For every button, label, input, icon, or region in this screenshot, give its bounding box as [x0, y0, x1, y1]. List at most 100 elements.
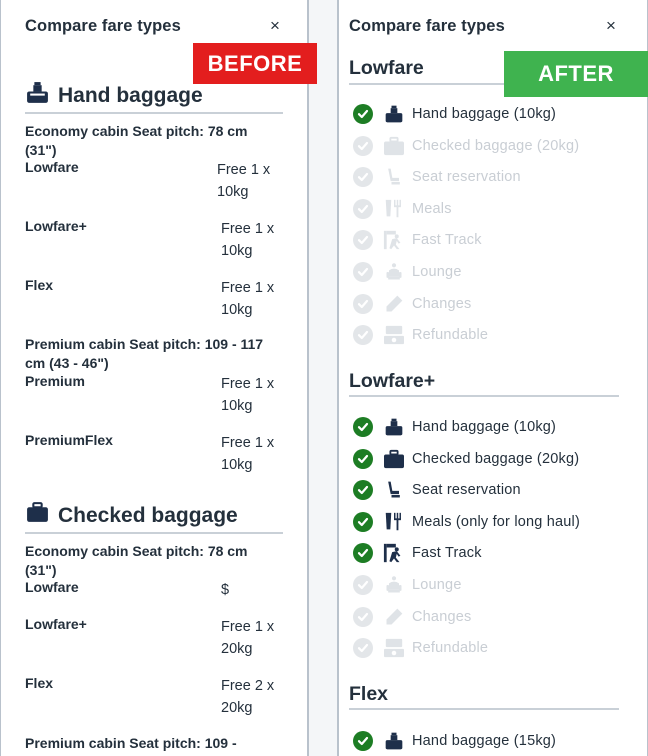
fare-name: Flex — [25, 675, 54, 691]
unavailable-check-icon — [353, 638, 373, 659]
check-icon — [353, 417, 373, 437]
suitcase-icon — [25, 500, 50, 531]
fare-value: $ — [221, 582, 230, 598]
feature-label: Hand baggage (15kg) — [412, 733, 557, 749]
panel-title: Compare fare types — [349, 17, 505, 35]
fare-row: PremiumFlex Free 1 x 10kg — [25, 432, 295, 476]
fare-name: Lowfare — [25, 579, 79, 595]
feature-label: Meals (only for long haul) — [412, 513, 580, 530]
cabin-label: Economy cabin Seat pitch: 78 cm (31") — [25, 123, 248, 158]
fare-row: Flex Free 2 x 20kg — [25, 675, 295, 719]
pencil-icon — [383, 606, 405, 628]
feature-label: Lounge — [412, 577, 462, 593]
close-icon[interactable]: × — [270, 16, 280, 36]
unavailable-check-icon — [353, 198, 373, 219]
unavailable-check-icon — [353, 293, 373, 314]
meal-icon — [383, 198, 405, 220]
cabin-bag-icon — [383, 730, 405, 752]
fare-value: Free 1 x 10kg — [221, 435, 275, 473]
feature-label: Hand baggage (10kg) — [412, 106, 557, 122]
feature-row: Refundable — [353, 636, 488, 660]
refund-icon — [383, 324, 405, 346]
suitcase-icon — [383, 448, 405, 470]
cabin-bag-icon — [383, 416, 405, 438]
feature-label: Seat reservation — [412, 482, 521, 499]
seat-icon — [383, 166, 405, 188]
fare-name: Lowfare — [25, 159, 79, 175]
feature-row: Meals — [353, 197, 452, 221]
feature-row: Hand baggage (10kg) — [353, 415, 556, 439]
pencil-icon — [383, 293, 405, 315]
feature-row: Lounge — [353, 260, 462, 284]
section-title: Hand baggage — [58, 83, 203, 107]
fare-value: Free 1 x 10kg — [221, 221, 275, 259]
unavailable-check-icon — [353, 325, 373, 346]
fare-name: Premium — [25, 373, 85, 389]
cabin-label: Premium cabin Seat pitch: 109 - — [25, 735, 237, 751]
unavailable-check-icon — [353, 606, 373, 627]
seat-icon — [383, 479, 405, 501]
feature-label: Lounge — [412, 264, 462, 280]
fare-value: Free 1 x 10kg — [221, 280, 275, 318]
fare-divider — [349, 395, 619, 397]
section-hand-baggage: Hand baggage — [25, 80, 203, 111]
fare-divider — [349, 708, 619, 710]
unavailable-check-icon — [353, 230, 373, 251]
fare-name: Flex — [25, 277, 54, 293]
fare-value: Free 2 x 20kg — [221, 678, 275, 716]
check-icon — [353, 543, 373, 564]
feature-label: Changes — [412, 295, 472, 312]
fare-row: Lowfare+ Free 1 x 10kg — [25, 218, 295, 262]
feature-label: Fast Track — [412, 232, 482, 249]
feature-row: Seat reservation — [353, 478, 521, 502]
fare-heading: Flex — [349, 683, 389, 705]
feature-row: Checked baggage (20kg) — [353, 134, 579, 158]
fare-row: Flex Free 1 x 10kg — [25, 277, 295, 321]
fare-name: PremiumFlex — [25, 432, 113, 448]
feature-label: Meals — [412, 200, 452, 217]
section-divider — [25, 532, 283, 534]
close-icon[interactable]: × — [606, 16, 616, 36]
fare-heading: Lowfare+ — [349, 370, 436, 392]
check-icon — [353, 511, 373, 532]
feature-row: Changes — [353, 605, 471, 629]
feature-row: Fast Track — [353, 541, 482, 565]
unavailable-check-icon — [353, 135, 373, 156]
check-icon — [353, 104, 373, 124]
fare-value: Free 1 x 20kg — [221, 619, 275, 657]
check-icon — [353, 731, 373, 751]
cabin-label: Premium cabin Seat pitch: 109 - 117 cm (… — [25, 336, 264, 371]
section-title: Checked baggage — [58, 503, 238, 527]
fast-track-icon — [383, 229, 405, 251]
feature-row: Lounge — [353, 573, 462, 597]
feature-label: Hand baggage (10kg) — [412, 419, 557, 435]
lounge-icon — [383, 574, 405, 596]
after-label: AFTER — [504, 51, 648, 97]
fare-row: Lowfare+ Free 1 x 20kg — [25, 616, 295, 660]
unavailable-check-icon — [353, 262, 373, 282]
fare-value: Free 1 x 10kg — [221, 376, 275, 414]
refund-icon — [383, 637, 405, 659]
feature-label: Changes — [412, 608, 472, 625]
section-checked-baggage: Checked baggage — [25, 500, 238, 531]
before-label: BEFORE — [193, 43, 317, 84]
cabin-bag-icon — [383, 103, 405, 125]
check-icon — [353, 448, 373, 469]
cabin-bag-icon — [25, 80, 50, 111]
feature-row: Fast Track — [353, 228, 482, 252]
fare-value: Free 1 x 10kg — [217, 162, 271, 200]
feature-row: Hand baggage (15kg) — [353, 729, 556, 753]
feature-row: Changes — [353, 292, 471, 316]
panel-gap — [309, 0, 337, 756]
section-divider — [25, 112, 283, 114]
fare-name: Lowfare+ — [25, 616, 87, 632]
feature-row: Seat reservation — [353, 165, 521, 189]
feature-row: Hand baggage (10kg) — [353, 102, 556, 126]
lounge-icon — [383, 261, 405, 283]
fare-row: Premium Free 1 x 10kg — [25, 373, 295, 417]
meal-icon — [383, 511, 405, 533]
cabin-label: Economy cabin Seat pitch: 78 cm (31") — [25, 543, 248, 578]
feature-label: Checked baggage (20kg) — [412, 450, 580, 467]
fare-heading: Lowfare — [349, 57, 424, 79]
feature-row: Refundable — [353, 323, 488, 347]
